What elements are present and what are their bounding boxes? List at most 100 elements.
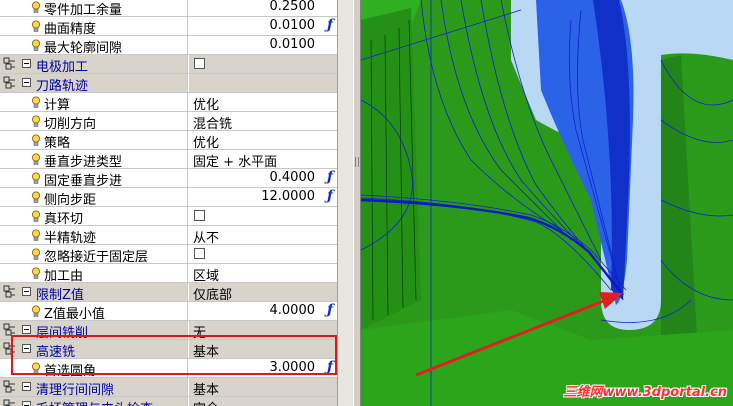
property-value-cell[interactable]: 从不 [189, 226, 337, 244]
property-value-cell[interactable]: 无 [189, 321, 337, 339]
property-value-cell[interactable]: 12.0000 ƒ [189, 188, 337, 206]
property-row[interactable]: 忽略接近于固定层 [0, 245, 337, 264]
property-value: 从不 [193, 231, 220, 244]
property-checkbox[interactable] [194, 58, 205, 69]
tool-icon [3, 399, 15, 406]
property-bulb-icon [32, 362, 40, 374]
property-category-row[interactable]: 高速铣 基本 [0, 340, 337, 359]
collapse-icon[interactable] [22, 382, 31, 391]
property-value-cell[interactable]: 完全 [189, 397, 337, 406]
property-value-cell[interactable]: 4.0000 ƒ [189, 302, 337, 320]
tool-icon [3, 57, 15, 70]
property-value-cell[interactable]: 区域 [189, 264, 337, 282]
property-value: 区域 [193, 269, 220, 282]
property-label: 加工由 [44, 269, 84, 282]
property-row[interactable]: 加工由 区域 [0, 264, 337, 283]
property-name-cell: 固定垂直步进 [0, 169, 188, 187]
property-label: 真环切 [44, 212, 84, 225]
collapse-icon[interactable] [22, 287, 31, 296]
property-value: 优化 [193, 136, 220, 149]
collapse-icon[interactable] [22, 344, 31, 353]
property-name-cell: 半精轨迹 [0, 226, 188, 244]
property-value-cell[interactable]: 优化 [189, 131, 337, 149]
formula-icon[interactable]: ƒ [327, 302, 333, 318]
property-row[interactable]: 侧向步距 12.0000 ƒ [0, 188, 337, 207]
collapse-icon[interactable] [22, 401, 31, 406]
property-label: 曲面精度 [44, 22, 97, 35]
property-row[interactable]: 切削方向 混合铣 [0, 112, 337, 131]
3d-viewport[interactable]: 三维网www.3dportal.cn [361, 0, 733, 406]
property-value-cell[interactable] [189, 55, 337, 73]
property-checkbox[interactable] [194, 248, 205, 259]
collapse-icon[interactable] [22, 59, 31, 68]
property-value: 0.0100 [269, 37, 316, 52]
property-value: 固定 + 水平面 [193, 155, 278, 168]
property-value-cell[interactable]: 混合铣 [189, 112, 337, 130]
property-bulb-icon [32, 172, 40, 184]
property-row[interactable]: 策略 优化 [0, 131, 337, 150]
property-value-cell[interactable]: 0.0100 ƒ [189, 17, 337, 35]
property-value-cell[interactable]: 0.0100 [189, 36, 337, 54]
category-label: 限制Z值 [36, 288, 84, 301]
collapse-icon[interactable] [22, 78, 31, 87]
property-row[interactable]: 固定垂直步进 0.4000 ƒ [0, 169, 337, 188]
property-bulb-icon [32, 1, 40, 13]
formula-icon[interactable]: ƒ [327, 17, 333, 33]
property-value: 12.0000 [261, 189, 315, 204]
property-category-row[interactable]: 清理行间间隙 基本 [0, 378, 337, 397]
property-value-cell[interactable]: 优化 [189, 93, 337, 111]
property-value: 混合铣 [193, 117, 233, 130]
property-bulb-icon [32, 191, 40, 203]
property-name-cell: 清理行间间隙 [0, 378, 188, 396]
property-value-cell[interactable] [189, 207, 337, 225]
property-label: 最大轮廓间隙 [44, 41, 123, 54]
property-label: 固定垂直步进 [44, 174, 123, 187]
property-row[interactable]: 曲面精度 0.0100 ƒ [0, 17, 337, 36]
property-value-cell[interactable]: 仅底部 [189, 283, 337, 301]
category-label: 刀路轨迹 [36, 79, 89, 92]
property-value: 基本 [193, 345, 220, 358]
property-panel-scrollbar[interactable] [337, 0, 354, 406]
property-row[interactable]: 真环切 [0, 207, 337, 226]
formula-icon[interactable]: ƒ [327, 359, 333, 375]
property-row[interactable]: 零件加工余量 0.2500 [0, 0, 337, 17]
formula-icon[interactable]: ƒ [327, 169, 333, 185]
property-value-cell[interactable]: 固定 + 水平面 [189, 150, 337, 168]
property-category-row[interactable]: 电极加工 [0, 55, 337, 74]
property-value-cell[interactable]: 3.0000 ƒ [189, 359, 337, 377]
property-value: 完全 [193, 398, 219, 406]
property-value: 基本 [193, 383, 220, 396]
property-value-cell[interactable] [189, 74, 337, 92]
property-name-cell: 最大轮廓间隙 [0, 36, 188, 54]
property-value-cell[interactable]: 基本 [189, 378, 337, 396]
property-value-cell[interactable]: 基本 [189, 340, 337, 358]
property-name-cell: 刀路轨迹 [0, 74, 188, 92]
formula-icon[interactable]: ƒ [327, 188, 333, 204]
property-checkbox[interactable] [194, 210, 205, 221]
property-row[interactable]: 计算 优化 [0, 93, 337, 112]
property-row[interactable]: Z值最小值 4.0000 ƒ [0, 302, 337, 321]
property-value-cell[interactable]: 0.4000 ƒ [189, 169, 337, 187]
category-label: 高速铣 [36, 345, 76, 358]
collapse-icon[interactable] [22, 325, 31, 334]
property-row[interactable]: 垂直步进类型 固定 + 水平面 [0, 150, 337, 169]
property-name-cell: 切削方向 [0, 112, 188, 130]
property-category-row[interactable]: 层间铣削 无 [0, 321, 337, 340]
property-value-cell[interactable]: 0.2500 [189, 0, 337, 16]
property-category-row[interactable]: 刀路轨迹 [0, 74, 337, 93]
panel-splitter[interactable] [353, 0, 361, 406]
property-name-cell: 层间铣削 [0, 321, 188, 339]
property-category-row[interactable]: 毛坯管理与夹头检查 完全 [0, 397, 337, 406]
property-row[interactable]: 半精轨迹 从不 [0, 226, 337, 245]
property-value: 优化 [193, 98, 220, 111]
property-row[interactable]: 首选圆角 3.0000 ƒ [0, 359, 337, 378]
property-category-row[interactable]: 限制Z值 仅底部 [0, 283, 337, 302]
property-label: 策略 [44, 136, 71, 149]
property-value-cell[interactable] [189, 245, 337, 263]
property-row[interactable]: 最大轮廓间隙 0.0100 [0, 36, 337, 55]
property-name-cell: 真环切 [0, 207, 188, 225]
tool-icon [3, 323, 15, 336]
property-name-cell: 侧向步距 [0, 188, 188, 206]
property-bulb-icon [32, 39, 40, 51]
property-name-cell: 策略 [0, 131, 188, 149]
